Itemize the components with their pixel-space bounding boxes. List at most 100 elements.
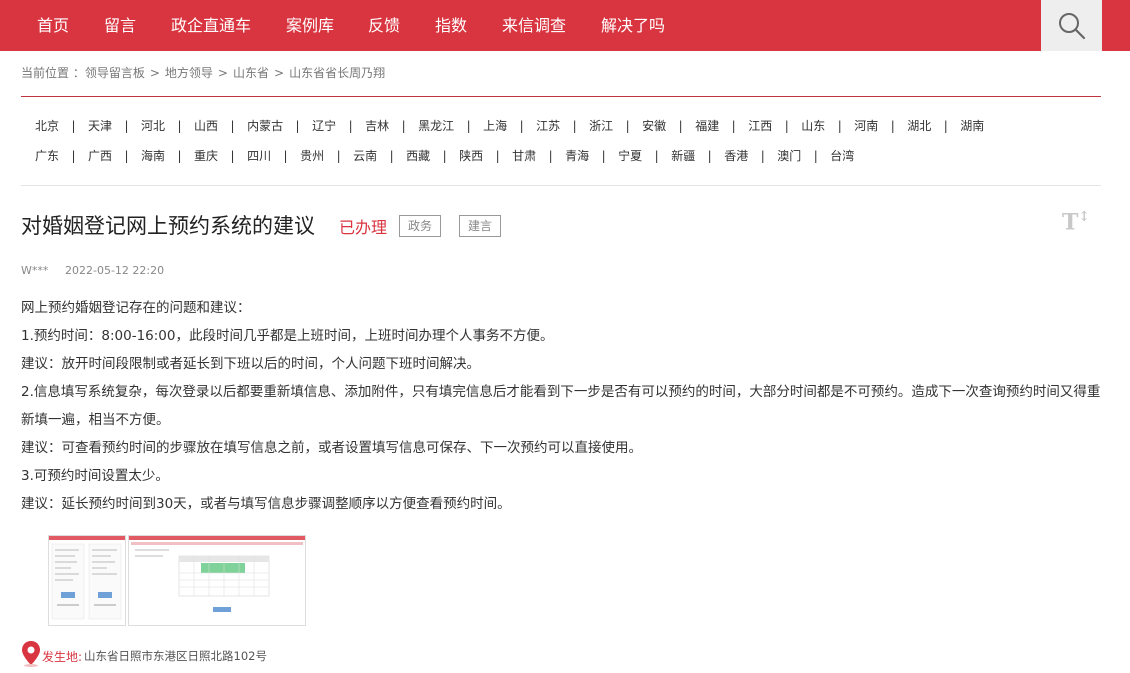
message-body: 网上预约婚姻登记存在的问题和建议： 1.预约时间：8:00-16:00，此段时间… [21, 294, 1106, 518]
province-link[interactable]: 重庆 [194, 147, 218, 164]
province-link[interactable]: 青海 [565, 147, 589, 164]
province-separator: | [601, 149, 606, 163]
province-link[interactable]: 吉林 [365, 117, 389, 134]
province-link[interactable]: 广东 [35, 147, 59, 164]
province-separator: | [572, 119, 577, 133]
font-size-icon-glyph: T [1062, 209, 1079, 236]
nav-item-resolved[interactable]: 解决了吗 [601, 0, 665, 51]
province-link[interactable]: 内蒙古 [247, 117, 283, 134]
province-separator: | [71, 119, 76, 133]
status-badge: 已办理 [339, 218, 388, 237]
province-separator: | [466, 119, 471, 133]
province-link[interactable]: 福建 [695, 117, 719, 134]
nav-item-home[interactable]: 首页 [37, 0, 69, 51]
province-separator: | [71, 149, 76, 163]
province-link[interactable]: 澳门 [777, 147, 801, 164]
province-link[interactable]: 海南 [141, 147, 165, 164]
province-link[interactable]: 贵州 [300, 147, 324, 164]
province-separator: | [784, 119, 789, 133]
province-link[interactable]: 陕西 [459, 147, 483, 164]
province-separator: | [177, 149, 182, 163]
province-link[interactable]: 广西 [88, 147, 112, 164]
province-separator: | [124, 149, 129, 163]
tag-badge[interactable]: 政务 [399, 215, 442, 237]
province-link[interactable]: 江西 [748, 117, 772, 134]
province-separator: | [837, 119, 842, 133]
province-link[interactable]: 山东 [801, 117, 825, 134]
province-separator: | [230, 149, 235, 163]
breadcrumb-separator: > [217, 66, 228, 80]
location-label: 发生地: [42, 650, 83, 664]
province-separator: | [124, 119, 129, 133]
province-separator: | [731, 119, 736, 133]
paragraph: 1.预约时间：8:00-16:00，此段时间几乎都是上班时间，上班时间办理个人事… [21, 328, 554, 344]
font-size-icon[interactable]: T↕ [1062, 209, 1090, 235]
breadcrumb-item[interactable]: 领导留言板 [85, 66, 145, 80]
search-button[interactable] [1041, 0, 1102, 51]
nav-item-feedback[interactable]: 反馈 [368, 0, 400, 51]
province-separator: | [283, 149, 288, 163]
province-link[interactable]: 云南 [353, 147, 377, 164]
nav-item-cases[interactable]: 案例库 [286, 0, 334, 51]
breadcrumb-item[interactable]: 地方领导 [165, 66, 213, 80]
breadcrumb-item[interactable]: 山东省省长周乃翔 [289, 66, 385, 80]
province-separator: | [707, 149, 712, 163]
province-link[interactable]: 江苏 [536, 117, 560, 134]
screenshot-thumbnail-image [131, 542, 303, 612]
province-link[interactable]: 北京 [35, 117, 59, 134]
attachment-thumbnail[interactable] [48, 535, 126, 626]
province-separator: | [654, 149, 659, 163]
screenshot-thumbnail-image [51, 543, 122, 620]
paragraph: 建议：延长预约时间到30天，或者与填写信息步骤调整顺序以方便查看预约时间。 [21, 496, 511, 512]
province-link[interactable]: 天津 [88, 117, 112, 134]
province-separator: | [813, 149, 818, 163]
province-link[interactable]: 四川 [247, 147, 271, 164]
province-link[interactable]: 辽宁 [312, 117, 336, 134]
province-link[interactable]: 浙江 [589, 117, 613, 134]
timestamp: 2022-05-12 22:20 [65, 264, 165, 277]
divider [21, 96, 1101, 97]
map-pin-icon [22, 641, 40, 667]
province-list-row-2: 广东 | 广西 | 海南 | 重庆 | 四川 | 贵州 | 云南 | 西藏 | 陕西 | 甘肃 | 青海 | 宁夏 | 新疆 | 香… [35, 147, 1105, 164]
attachment-thumbnail[interactable] [128, 535, 306, 626]
province-separator: | [760, 149, 765, 163]
province-separator: | [625, 119, 630, 133]
nav-item-index[interactable]: 指数 [435, 0, 467, 51]
message-title: 对婚姻登记网上预约系统的建议 [21, 214, 315, 238]
tag-badge[interactable]: 建言 [459, 215, 502, 237]
province-link[interactable]: 甘肃 [512, 147, 536, 164]
province-link[interactable]: 黑龙江 [418, 117, 454, 134]
paragraph: 建议：放开时间段限制或者延长到下班以后的时间，个人问题下班时间解决。 [21, 356, 480, 372]
province-link[interactable]: 湖南 [960, 117, 984, 134]
province-separator: | [389, 149, 394, 163]
breadcrumb-separator: > [149, 66, 160, 80]
province-link[interactable]: 山西 [194, 117, 218, 134]
province-link[interactable]: 湖北 [907, 117, 931, 134]
province-link[interactable]: 西藏 [406, 147, 430, 164]
province-separator: | [495, 149, 500, 163]
nav-item-survey[interactable]: 来信调查 [502, 0, 566, 51]
province-link[interactable]: 台湾 [830, 147, 854, 164]
province-link[interactable]: 安徽 [642, 117, 666, 134]
province-link[interactable]: 河北 [141, 117, 165, 134]
breadcrumb-item[interactable]: 山东省 [233, 66, 269, 80]
breadcrumb-prefix: 当前位置 ： [21, 66, 85, 80]
province-link[interactable]: 河南 [854, 117, 878, 134]
province-link[interactable]: 宁夏 [618, 147, 642, 164]
nav-item-enterprise[interactable]: 政企直通车 [171, 0, 251, 51]
province-link[interactable]: 上海 [483, 117, 507, 134]
province-separator: | [678, 119, 683, 133]
divider [21, 185, 1101, 186]
province-link[interactable]: 香港 [724, 147, 748, 164]
province-separator: | [442, 149, 447, 163]
province-separator: | [348, 119, 353, 133]
paragraph: 网上预约婚姻登记存在的问题和建议： [21, 300, 251, 316]
province-separator: | [519, 119, 524, 133]
breadcrumb-separator: > [274, 66, 285, 80]
paragraph: 建议：可查看预约时间的步骤放在填写信息之前，或者设置填写信息可保存、下一次预约可… [21, 440, 642, 456]
province-list-row-1: 北京 | 天津 | 河北 | 山西 | 内蒙古 | 辽宁 | 吉林 | 黑龙江 | 上海 | 江苏 | 浙江 | 安徽 | 福建… [35, 117, 1105, 134]
province-separator: | [401, 119, 406, 133]
nav-item-message[interactable]: 留言 [104, 0, 136, 51]
province-separator: | [177, 119, 182, 133]
province-link[interactable]: 新疆 [671, 147, 695, 164]
